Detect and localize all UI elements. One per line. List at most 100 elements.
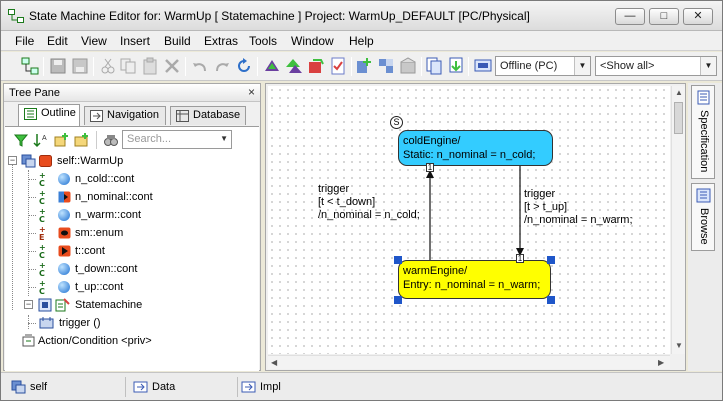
resize-handle[interactable]	[394, 296, 402, 304]
scroll-down-icon[interactable]: ▼	[675, 341, 683, 350]
state-diagram-canvas[interactable]: S coldEngine/ Static: n_nominal = n_cold…	[268, 86, 670, 354]
sort-icon[interactable]: A	[33, 132, 49, 148]
add-folder-icon[interactable]	[73, 132, 89, 148]
monitor-icon[interactable]	[474, 57, 492, 75]
search-input[interactable]: Search... ▼	[122, 130, 232, 149]
tab-database[interactable]: Database	[170, 106, 246, 125]
state-machine-app-icon	[8, 9, 24, 23]
refresh-icon[interactable]	[235, 57, 253, 75]
svg-text:A: A	[42, 135, 47, 142]
cut-icon[interactable]	[99, 57, 117, 75]
tree-item-n-warm[interactable]: + C n_warm::cont	[7, 206, 247, 224]
transition-label-to-warm[interactable]: trigger [t > t_up] /n_nominal = n_warm;	[524, 188, 633, 227]
tab-navigation[interactable]: Navigation	[84, 106, 166, 125]
resize-handle[interactable]	[547, 296, 555, 304]
tree-item-self[interactable]: − self::WarmUp	[7, 152, 247, 170]
input-variable-icon	[58, 245, 71, 257]
package-icon[interactable]	[399, 57, 417, 75]
tree-item-sm[interactable]: + E sm::enum	[7, 224, 247, 242]
tab-outline[interactable]: Outline	[18, 104, 80, 126]
menu-build[interactable]: Build	[164, 34, 191, 48]
save-all-icon[interactable]	[71, 57, 89, 75]
menu-extras[interactable]: Extras	[204, 34, 238, 48]
download-icon[interactable]	[447, 57, 465, 75]
outline-tree: − self::WarmUp + C n_cold::cont + C n_nomi…	[5, 152, 259, 371]
state-cold-engine[interactable]: coldEngine/ Static: n_nominal = n_cold;	[398, 130, 553, 166]
document-icon[interactable]	[425, 57, 443, 75]
state-warm-engine[interactable]: warmEngine/ Entry: n_nominal = n_warm;	[398, 260, 551, 299]
close-window-button[interactable]: ✕	[683, 8, 713, 25]
tree-pane-header: Tree Pane ×	[4, 84, 260, 102]
tree-item-trigger[interactable]: trigger ()	[7, 314, 247, 332]
outline-icon	[24, 108, 37, 120]
tree-item-n-nominal[interactable]: + C n_nominal::cont	[7, 188, 247, 206]
scroll-thumb[interactable]	[674, 102, 683, 134]
collapse-icon[interactable]: −	[24, 300, 33, 309]
tab-browse[interactable]: Browse	[691, 183, 715, 251]
save-icon[interactable]	[49, 57, 67, 75]
horizontal-scrollbar[interactable]: ◀ ▶	[268, 355, 670, 369]
tree-item-t-down[interactable]: + C t_down::cont	[7, 260, 247, 278]
minimize-button[interactable]: —	[615, 8, 645, 25]
build-all-icon[interactable]	[285, 57, 303, 75]
menu-tools[interactable]: Tools	[249, 34, 277, 48]
filter-icon[interactable]	[13, 132, 29, 148]
application-window: State Machine Editor for: WarmUp [ State…	[0, 0, 723, 401]
mode-select[interactable]: Offline (PC) ▼	[495, 56, 591, 76]
menu-bar: File Edit View Insert Build Extras Tools…	[1, 31, 722, 51]
diagram-icon[interactable]	[21, 57, 39, 75]
resize-handle[interactable]	[394, 256, 402, 264]
database-icon	[176, 110, 189, 122]
status-impl[interactable]: Impl	[241, 377, 341, 397]
redo-icon[interactable]	[213, 57, 231, 75]
maximize-button[interactable]: □	[649, 8, 679, 25]
transition-priority-1: 1	[426, 163, 434, 172]
tree-item-t-up[interactable]: + C t_up::cont	[7, 278, 247, 296]
scroll-right-icon[interactable]: ▶	[658, 358, 664, 367]
menu-insert[interactable]: Insert	[120, 34, 150, 48]
check-icon[interactable]	[329, 57, 347, 75]
add-component-icon[interactable]	[355, 57, 373, 75]
tab-specification[interactable]: Specification	[691, 85, 715, 179]
paste-icon[interactable]	[141, 57, 159, 75]
status-data[interactable]: Data	[133, 377, 233, 397]
close-icon[interactable]: ×	[248, 85, 255, 99]
status-bar: self Data Impl	[1, 372, 722, 400]
status-self[interactable]: self	[11, 377, 121, 397]
show-filter-select[interactable]: <Show all> ▼	[595, 56, 717, 76]
scroll-up-icon[interactable]: ▲	[675, 88, 683, 97]
scroll-left-icon[interactable]: ◀	[271, 358, 277, 367]
side-tabs: Specification Browse	[688, 83, 722, 371]
delete-icon[interactable]	[163, 57, 181, 75]
chevron-down-icon: ▼	[700, 57, 716, 75]
menu-edit[interactable]: Edit	[47, 34, 68, 48]
initial-state-marker[interactable]: S	[390, 116, 403, 129]
build-icon[interactable]	[263, 57, 281, 75]
vertical-scrollbar[interactable]: ▲ ▼	[671, 86, 685, 354]
component-icon	[21, 154, 36, 168]
navigation-icon	[90, 110, 103, 122]
menu-window[interactable]: Window	[291, 34, 334, 48]
tree-item-statemachine[interactable]: − Statemachine	[7, 296, 247, 314]
undo-icon[interactable]	[191, 57, 209, 75]
compile-icon[interactable]	[307, 57, 325, 75]
sphere-icon	[58, 263, 70, 275]
menu-help[interactable]: Help	[349, 34, 374, 48]
add-item-icon[interactable]	[53, 132, 69, 148]
menu-file[interactable]: File	[15, 34, 34, 48]
transition-label-to-cold[interactable]: trigger [t < t_down] /n_nominal = n_cold…	[318, 183, 420, 222]
window-title: State Machine Editor for: WarmUp [ State…	[29, 9, 530, 23]
module-icon[interactable]	[377, 57, 395, 75]
tree-item-action-condition[interactable]: Action/Condition <priv>	[7, 332, 247, 350]
browse-icon	[696, 188, 711, 203]
resize-handle[interactable]	[547, 256, 555, 264]
tree-item-t[interactable]: + C t::cont	[7, 242, 247, 260]
transition-priority-2: 1	[516, 254, 524, 263]
tree-item-n-cold[interactable]: + C n_cold::cont	[7, 170, 247, 188]
main-toolbar: Offline (PC) ▼ <Show all> ▼	[1, 52, 722, 81]
binoculars-icon[interactable]	[103, 132, 119, 148]
collapse-icon[interactable]: −	[8, 156, 17, 165]
sphere-icon	[58, 281, 70, 293]
copy-icon[interactable]	[119, 57, 137, 75]
menu-view[interactable]: View	[81, 34, 107, 48]
